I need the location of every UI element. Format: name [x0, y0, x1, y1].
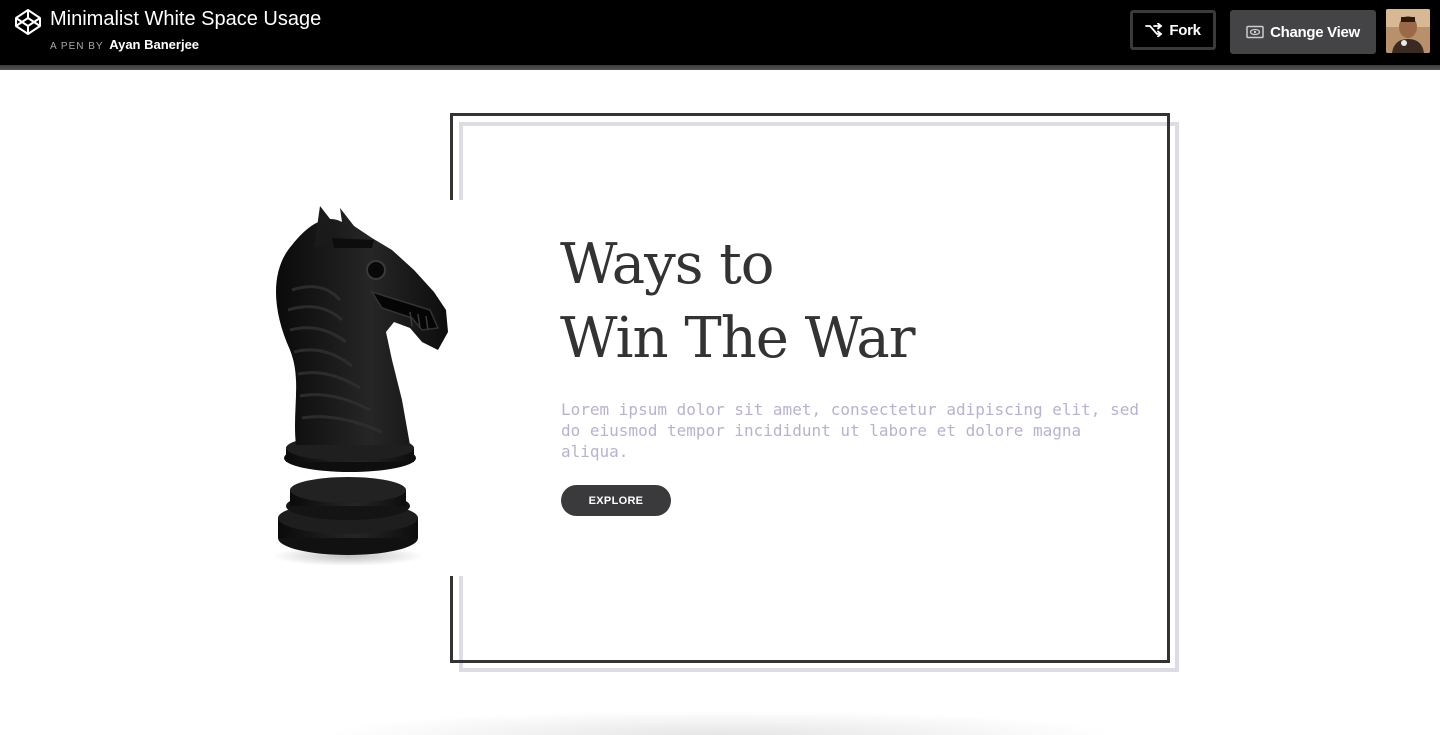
eye-icon [1246, 25, 1264, 39]
top-bar: Minimalist White Space Usage A PEN BY Ay… [0, 0, 1440, 65]
change-view-button[interactable]: Change View [1230, 10, 1376, 54]
pen-by-label: A PEN BY [50, 41, 104, 52]
bottom-shadow [320, 710, 1120, 735]
top-bar-shadow [0, 65, 1440, 70]
fork-icon [1145, 23, 1163, 37]
fork-label: Fork [1169, 21, 1201, 39]
pen-title: Minimalist White Space Usage [50, 8, 322, 30]
change-view-label: Change View [1270, 23, 1360, 41]
hero-heading: Ways to Win The War [560, 228, 916, 376]
hero-body-text: Lorem ipsum dolor sit amet, consectetur … [561, 400, 1139, 461]
hero-heading-line-2: Win The War [560, 306, 916, 371]
fork-button[interactable]: Fork [1130, 10, 1216, 50]
pen-byline: A PEN BY Ayan Banerjee [50, 37, 199, 52]
explore-button[interactable]: EXPLORE [561, 485, 671, 516]
chess-knight-icon [272, 206, 448, 566]
avatar[interactable] [1386, 9, 1430, 53]
decorative-frame-front [450, 113, 1170, 663]
codepen-logo-icon[interactable] [14, 8, 42, 36]
author-link[interactable]: Ayan Banerjee [109, 37, 199, 52]
hero-heading-line-1: Ways to [560, 232, 774, 297]
